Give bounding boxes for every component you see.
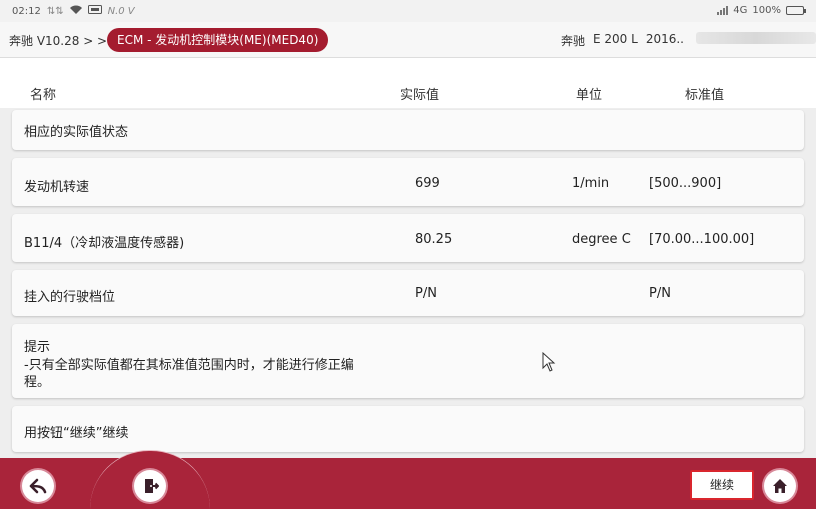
vehicle-year: 2016.. xyxy=(645,32,684,46)
hint-box: 提示 -只有全部实际值都在其标准值范围内时，才能进行修正编 程。 xyxy=(12,324,804,398)
table-row[interactable]: B11/4（冷却液温度传感器) 80.25 degree C [70.00...… xyxy=(12,214,804,262)
row-name: 挂入的行驶档位 xyxy=(24,290,116,305)
status-time: 02:12 xyxy=(12,5,41,17)
table-header: 名称 实际值 单位 标准值 xyxy=(0,58,816,108)
back-button[interactable] xyxy=(22,470,54,502)
redacted-vin xyxy=(696,32,816,44)
column-standard: 标准值 xyxy=(685,88,725,103)
hint-title: 提示 xyxy=(24,340,51,355)
row-actual: 80.25 xyxy=(415,232,453,247)
table-row[interactable]: 相应的实际值状态 xyxy=(12,110,804,150)
breadcrumb-current: ECM - 发动机控制模块(ME)(MED40) xyxy=(107,28,329,52)
instruction-row: 用按钮“继续”继续 xyxy=(12,406,804,452)
column-actual: 实际值 xyxy=(400,88,440,103)
row-actual: P/N xyxy=(415,286,437,301)
instruction-text: 用按钮“继续”继续 xyxy=(24,426,129,441)
status-bar: 02:12 ⇅⇅ N.0 V 4G 100% xyxy=(0,0,816,22)
row-name: 相应的实际值状态 xyxy=(24,125,129,140)
home-icon xyxy=(771,477,789,495)
battery-percent: 100% xyxy=(752,5,781,16)
row-unit: degree C xyxy=(572,232,631,247)
home-button[interactable] xyxy=(764,470,796,502)
continue-button[interactable]: 继续 xyxy=(690,470,754,500)
column-unit: 单位 xyxy=(576,88,603,103)
mouse-cursor-icon xyxy=(542,351,556,376)
notification-icons: ⇅⇅ xyxy=(46,5,64,17)
exit-button[interactable] xyxy=(134,470,166,502)
vehicle-brand: 奔驰 xyxy=(561,34,586,48)
vehicle-info: 奔驰 E 200 L 2016.. xyxy=(561,32,816,49)
breadcrumb-header: 奔驰 V10.28 > > ECM - 发动机控制模块(ME)(MED40) 奔… xyxy=(0,22,816,58)
row-name: B11/4（冷却液温度传感器) xyxy=(24,236,185,251)
wifi-icon xyxy=(69,5,82,17)
row-name: 发动机转速 xyxy=(24,180,90,195)
signal-icon xyxy=(717,6,729,15)
column-name: 名称 xyxy=(30,88,57,103)
row-standard: [500...900] xyxy=(649,176,722,191)
device-icon xyxy=(87,5,102,17)
row-actual: 699 xyxy=(415,176,440,191)
row-standard: [70.00...100.00] xyxy=(649,232,755,247)
back-arrow-icon xyxy=(29,478,47,494)
vehicle-model: E 200 L xyxy=(593,32,638,46)
hint-line-1: -只有全部实际值都在其标准值范围内时，才能进行修正编 xyxy=(24,358,354,373)
breadcrumb-root[interactable]: 奔驰 V10.28 > > xyxy=(9,32,107,49)
network-type: 4G xyxy=(733,5,748,16)
status-extra: N.0 V xyxy=(107,5,135,17)
row-standard: P/N xyxy=(649,286,671,301)
battery-icon xyxy=(786,6,806,15)
exit-door-icon xyxy=(141,477,159,495)
row-unit: 1/min xyxy=(572,176,610,191)
hint-line-2: 程。 xyxy=(24,375,51,390)
table-row[interactable]: 挂入的行驶档位 P/N P/N xyxy=(12,270,804,316)
table-row[interactable]: 发动机转速 699 1/min [500...900] xyxy=(12,158,804,206)
